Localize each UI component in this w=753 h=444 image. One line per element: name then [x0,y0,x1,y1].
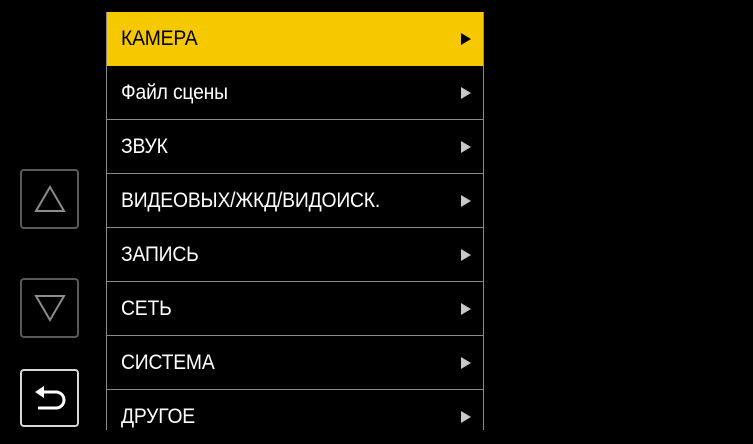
chevron-right-icon [461,248,471,261]
triangle-up-outline-icon [33,185,66,212]
chevron-right-icon [461,194,471,207]
chevron-right-icon [461,356,471,369]
menu-item-scene-file[interactable]: Файл сцены [107,66,483,120]
scroll-down-button[interactable] [20,278,79,338]
back-button[interactable] [20,369,79,427]
menu-item-label: ВИДЕОВЫХ/ЖКД/ВИДОИСК. [121,188,381,212]
menu-item-audio[interactable]: ЗВУК [107,120,483,174]
chevron-right-icon [461,140,471,153]
main-menu: КАМЕРА Файл сцены ЗВУК ВИДЕОВЫХ/ЖКД/ВИДО… [106,12,484,430]
menu-item-video-out-lcd-vf[interactable]: ВИДЕОВЫХ/ЖКД/ВИДОИСК. [107,174,483,228]
menu-item-label: ЗВУК [121,134,168,158]
menu-item-label: ДРУГОЕ [121,405,196,428]
menu-item-label: ЗАПИСЬ [121,242,199,266]
menu-item-system[interactable]: СИСТЕМА [107,336,483,390]
menu-item-label: СЕТЬ [121,296,172,320]
scroll-up-button[interactable] [20,169,79,229]
menu-item-recording[interactable]: ЗАПИСЬ [107,228,483,282]
menu-item-other[interactable]: ДРУГОЕ [107,390,483,444]
chevron-right-icon [461,86,471,99]
menu-item-camera[interactable]: КАМЕРА [107,12,483,66]
return-arrow-icon [34,386,65,410]
chevron-right-icon [461,32,471,45]
menu-item-label: СИСТЕМА [121,350,215,374]
menu-item-label: Файл сцены [121,80,228,104]
triangle-down-outline-icon [33,295,66,322]
chevron-right-icon [461,411,471,423]
menu-item-network[interactable]: СЕТЬ [107,282,483,336]
menu-screen: КАМЕРА Файл сцены ЗВУК ВИДЕОВЫХ/ЖКД/ВИДО… [0,0,753,430]
menu-item-label: КАМЕРА [121,26,198,50]
chevron-right-icon [461,302,471,315]
